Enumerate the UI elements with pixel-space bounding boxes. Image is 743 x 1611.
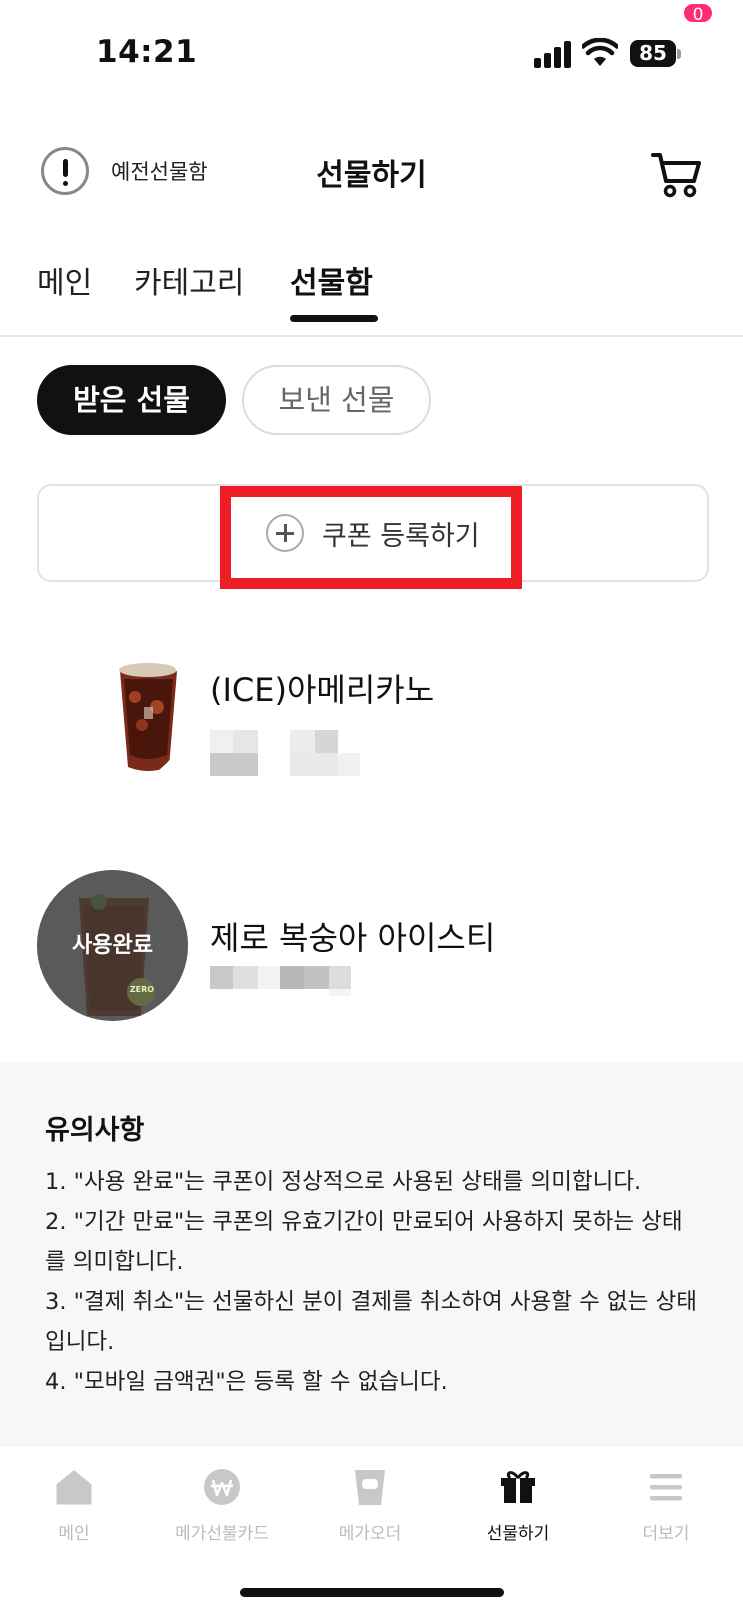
header: 예전선물함 선물하기: [0, 140, 743, 210]
tab-category[interactable]: 카테고리: [134, 258, 244, 302]
battery-icon: 85: [630, 40, 681, 67]
gift-item[interactable]: (ICE)아메리카노: [0, 635, 743, 805]
nav-label: 메가오더: [338, 1524, 402, 1544]
notice-item: 4. "모바일 금액권"은 등록 할 수 없습니다.: [45, 1369, 448, 1395]
gift-item[interactable]: 사용완료 ZERO 제로 복숭아 아이스티: [0, 870, 743, 1040]
notice-section: 유의사항 1. "사용 완료"는 쿠폰이 정상적으로 사용된 상태를 의미합니다…: [0, 1062, 743, 1447]
cellular-signal-icon: [534, 40, 572, 68]
cart-icon[interactable]: [650, 145, 706, 201]
nav-item-mega-card[interactable]: 메가선불카드: [148, 1467, 296, 1544]
home-icon: [56, 1470, 92, 1505]
nav-item-more[interactable]: 더보기: [592, 1467, 740, 1544]
nav-label: 더보기: [642, 1524, 690, 1544]
notice-item: 2. "기간 만료"는 쿠폰의 유효기간이 만료되어 사용하지 못하는 상태를 …: [45, 1209, 683, 1275]
blurred-coupon-code: [210, 966, 360, 1012]
battery-level: 85: [630, 40, 676, 67]
nav-label: 메인: [58, 1524, 90, 1544]
nav-item-main[interactable]: 메인: [0, 1467, 148, 1544]
status-time: 14:21: [96, 34, 198, 70]
nav-label: 선물하기: [486, 1524, 550, 1544]
nav-label: 메가선불카드: [175, 1524, 269, 1544]
bottom-navigation: 메인 메가선불카드 메가오더 선물하기 더보기: [0, 1447, 743, 1611]
zero-badge: ZERO: [129, 985, 155, 994]
gift-name: 제로 복숭아 아이스티: [210, 919, 496, 957]
home-indicator[interactable]: [240, 1588, 504, 1597]
page-title: 선물하기: [316, 158, 427, 193]
blurred-coupon-code: [210, 730, 370, 776]
active-tab-indicator: [290, 315, 378, 322]
status-bar: 14:21 85: [0, 0, 743, 110]
won-card-icon: [204, 1469, 240, 1505]
sent-gifts-button[interactable]: 보낸 선물: [242, 365, 431, 435]
nav-item-mega-order[interactable]: 메가오더: [296, 1467, 444, 1544]
notice-title: 유의사항: [45, 1115, 145, 1146]
cup-icon: [355, 1470, 385, 1505]
received-gifts-button[interactable]: 받은 선물: [37, 365, 226, 435]
iced-americano-image: [37, 635, 188, 786]
gift-icon: [501, 1471, 535, 1503]
menu-icon: [650, 1474, 682, 1501]
peach-iced-tea-image: 사용완료 ZERO: [37, 870, 188, 1021]
tab-main[interactable]: 메인: [37, 258, 92, 302]
top-tabs: 메인 카테고리 선물함: [0, 255, 743, 337]
nav-item-gift[interactable]: 선물하기: [444, 1467, 592, 1544]
gift-name: (ICE)아메리카노: [210, 671, 435, 709]
used-status-overlay: 사용완료: [37, 870, 188, 1021]
highlight-annotation-box: [220, 486, 522, 589]
notice-item: 3. "결제 취소"는 선물하신 분이 결제를 취소하여 사용할 수 없는 상태…: [45, 1289, 697, 1355]
notice-item: 1. "사용 완료"는 쿠폰이 정상적으로 사용된 상태를 의미합니다.: [45, 1169, 642, 1195]
tab-gift-box[interactable]: 선물함: [290, 258, 373, 302]
wifi-icon: [582, 38, 618, 66]
notice-list: 1. "사용 완료"는 쿠폰이 정상적으로 사용된 상태를 의미합니다. 2. …: [45, 1162, 700, 1402]
cart-count-badge: 0: [682, 2, 714, 25]
